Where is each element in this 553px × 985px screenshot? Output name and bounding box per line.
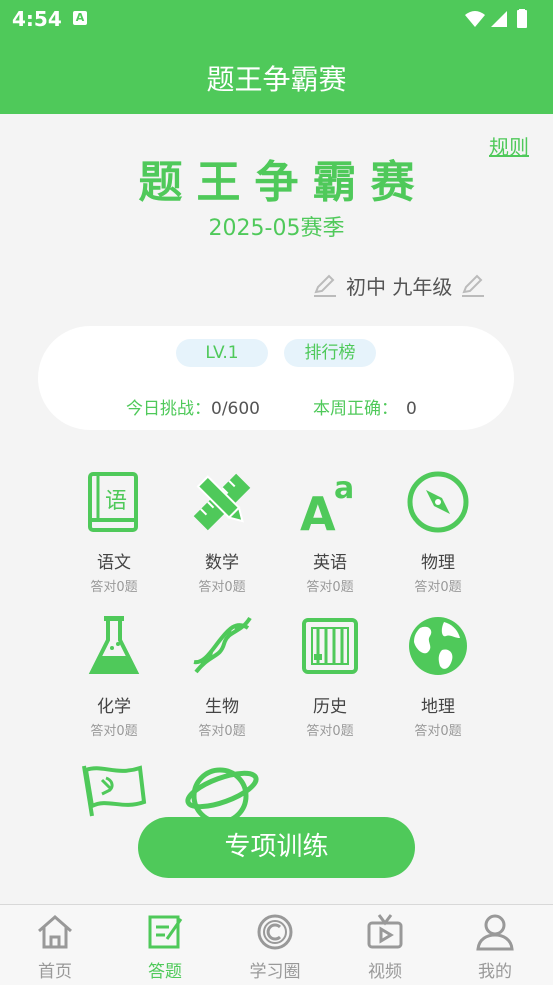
- subject-count: 答对0题: [414, 580, 462, 595]
- edit-pencil-icon[interactable]: [312, 272, 338, 298]
- svg-text:a: a: [334, 471, 354, 506]
- dna-icon: [193, 616, 252, 674]
- subject-name: 地理: [421, 697, 455, 717]
- pencil-ruler-icon: [193, 473, 251, 531]
- system-icons: [465, 9, 527, 28]
- tv-icon: [367, 914, 403, 949]
- tab-study-circle[interactable]: 学习圈: [220, 913, 330, 982]
- subject-name: 历史: [313, 697, 347, 717]
- person-icon: [476, 914, 514, 951]
- subject-name: 数学: [205, 553, 239, 573]
- level-badge: LV.1: [176, 339, 268, 367]
- today-challenge-value: 0/600: [211, 399, 260, 419]
- subject-biology[interactable]: 生物 答对0题: [167, 614, 277, 739]
- subject-count: 答对0题: [198, 724, 246, 739]
- planet-icon[interactable]: [184, 762, 260, 818]
- week-correct-label: 本周正确：: [313, 399, 398, 419]
- subject-physics[interactable]: 物理 答对0题: [383, 470, 493, 595]
- subject-name: 化学: [97, 697, 131, 717]
- globe-icon: [409, 617, 467, 675]
- tab-mine[interactable]: 我的: [440, 913, 550, 982]
- signal-icon: [491, 11, 507, 27]
- svg-text:A: A: [300, 487, 336, 534]
- subject-geography[interactable]: 地理 答对0题: [383, 614, 493, 739]
- app-bar: 题王争霸赛: [0, 38, 553, 114]
- wifi-icon: [465, 11, 485, 27]
- subject-name: 物理: [421, 553, 455, 573]
- grade-selector[interactable]: 初中 九年级: [312, 270, 486, 300]
- tab-label: 我的: [478, 962, 512, 982]
- subject-count: 答对0题: [306, 724, 354, 739]
- tab-home[interactable]: 首页: [0, 913, 110, 982]
- season-label: 2025-05赛季: [208, 216, 345, 241]
- tab-label: 学习圈: [249, 962, 301, 982]
- subject-count: 答对0题: [306, 580, 354, 595]
- subject-count: 答对0题: [198, 580, 246, 595]
- chinese-book-icon: 语: [88, 472, 138, 532]
- circle-c-icon: [257, 914, 293, 950]
- today-challenge: 今日挑战：0/600: [126, 394, 260, 419]
- subject-history[interactable]: 历史 答对0题: [275, 614, 385, 739]
- subject-count: 答对0题: [414, 724, 462, 739]
- tab-answer[interactable]: 答题: [110, 913, 220, 982]
- app-bar-title: 题王争霸赛: [206, 63, 347, 96]
- subject-math[interactable]: 数学 答对0题: [167, 470, 277, 595]
- tab-label: 首页: [38, 962, 72, 982]
- politics-flag-icon[interactable]: [80, 762, 148, 818]
- status-bar: 4:54 A: [0, 0, 553, 38]
- ranking-button[interactable]: 排行榜: [284, 339, 376, 367]
- answer-icon: [148, 915, 183, 949]
- subject-name: 生物: [205, 697, 239, 717]
- notification-a-icon: A: [73, 11, 87, 25]
- subject-chemistry[interactable]: 化学 答对0题: [59, 614, 169, 739]
- tab-label: 视频: [368, 962, 402, 982]
- flask-icon: [88, 616, 140, 674]
- today-challenge-label: 今日挑战：: [126, 399, 211, 419]
- status-time: 4:54: [12, 7, 62, 31]
- page-title: 题王争霸赛: [138, 157, 429, 208]
- tab-label: 答题: [148, 962, 182, 982]
- bottom-tab-bar: 首页 答题 学习圈 视频 我的: [0, 904, 553, 985]
- edit-pencil-icon[interactable]: [460, 272, 486, 298]
- subject-count: 答对0题: [90, 724, 138, 739]
- subject-name: 英语: [313, 553, 347, 573]
- subject-chinese[interactable]: 语 语文 答对0题: [59, 470, 169, 595]
- grade-label: 初中 九年级: [346, 274, 453, 299]
- abacus-icon: [302, 618, 358, 674]
- special-training-button[interactable]: 专项训练: [138, 817, 415, 878]
- subject-name: 语文: [97, 553, 131, 573]
- compass-icon: [407, 471, 469, 533]
- subject-english[interactable]: A a 英语 答对0题: [275, 470, 385, 595]
- tab-video[interactable]: 视频: [330, 913, 440, 982]
- letters-icon: A a: [300, 471, 354, 541]
- battery-icon: [517, 9, 527, 28]
- home-icon: [38, 915, 72, 949]
- week-correct-value: 0: [406, 399, 417, 419]
- subject-count: 答对0题: [90, 580, 138, 595]
- week-correct: 本周正确： 0: [313, 394, 417, 419]
- stats-card: LV.1 排行榜 今日挑战：0/600 本周正确： 0: [38, 326, 514, 430]
- svg-text:语: 语: [105, 489, 127, 514]
